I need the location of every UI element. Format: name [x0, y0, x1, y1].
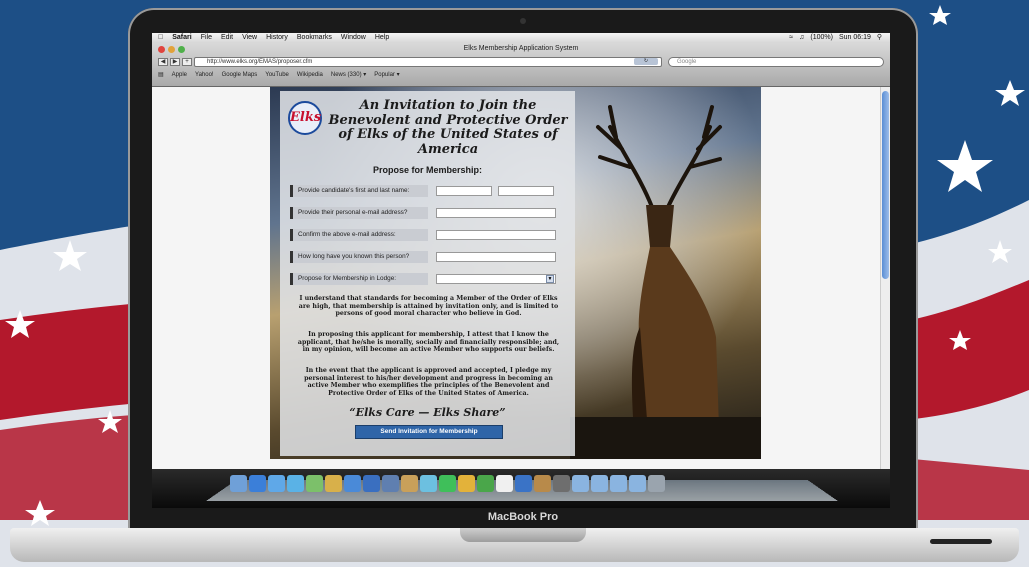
form-subheading: Propose for Membership:: [372, 165, 482, 175]
lid-notch: [460, 528, 586, 542]
battery-status[interactable]: (100%): [810, 33, 833, 43]
ical-icon[interactable]: [325, 475, 342, 492]
notes-icon[interactable]: [534, 475, 551, 492]
menu-view[interactable]: View: [242, 33, 257, 43]
apple-menu-icon[interactable]: : [158, 33, 163, 43]
menu-window[interactable]: Window: [341, 33, 366, 43]
volume-icon[interactable]: ♫: [799, 33, 804, 43]
forward-button[interactable]: ▶: [170, 58, 180, 66]
dashboard-icon[interactable]: [249, 475, 266, 492]
trash-icon[interactable]: [648, 475, 665, 492]
scrollbar-thumb[interactable]: [882, 91, 889, 279]
mail-icon[interactable]: [268, 475, 285, 492]
window-title: Elks Membership Application System: [463, 45, 579, 52]
bookmarks-bar: ▤ Apple Yahoo! Google Maps YouTube Wikip…: [158, 71, 400, 79]
add-bookmark-button[interactable]: +: [182, 58, 192, 66]
calendar-icon[interactable]: [496, 475, 513, 492]
finder-icon[interactable]: [230, 475, 247, 492]
laptop-screen:  Safari File Edit View History Bookmark…: [152, 33, 890, 508]
field-label: How long have you known this person?: [290, 251, 428, 263]
dock-icons: [230, 475, 665, 492]
page-title: An Invitation to Join the Benevolent and…: [328, 98, 568, 157]
search-input[interactable]: Google: [668, 57, 884, 67]
address-book-icon[interactable]: [306, 475, 323, 492]
field-row-email: Provide their personal e-mail address?: [290, 207, 565, 219]
bookmarks-book-icon[interactable]: ▤: [158, 71, 164, 79]
field-row-known: How long have you known this person?: [290, 251, 565, 263]
field-row-name: Provide candidate's first and last name:: [290, 185, 565, 197]
menu-extras: ≈ ♫ (100%) Sun 06:19 ⚲: [789, 33, 890, 43]
ichat-icon[interactable]: [287, 475, 304, 492]
folder-icon[interactable]: [591, 475, 608, 492]
menu-help[interactable]: Help: [375, 33, 389, 43]
dock: [152, 469, 890, 508]
nav-buttons: ◀ ▶ +: [158, 58, 192, 66]
folder-icon[interactable]: [629, 475, 646, 492]
elk-panel: Elks An Invitation to Join the Benevolen…: [270, 87, 761, 459]
chevron-down-icon[interactable]: ▼: [546, 275, 554, 283]
known-duration-input[interactable]: [436, 252, 556, 262]
bookmark-popular[interactable]: Popular ▾: [374, 71, 399, 79]
paragraph-pledge: In the event that the applicant is appro…: [304, 367, 553, 397]
back-button[interactable]: ◀: [158, 58, 168, 66]
spotlight-icon[interactable]: ⚲: [877, 33, 882, 43]
send-invitation-button[interactable]: Send Invitation for Membership: [355, 425, 503, 439]
last-name-input[interactable]: [498, 186, 554, 196]
proposal-form: Elks An Invitation to Join the Benevolen…: [280, 91, 575, 456]
iphoto-icon[interactable]: [401, 475, 418, 492]
menu-edit[interactable]: Edit: [221, 33, 233, 43]
bookmark-google-maps[interactable]: Google Maps: [222, 71, 258, 79]
bookmark-wikipedia[interactable]: Wikipedia: [297, 71, 323, 79]
field-row-confirm-email: Confirm the above e-mail address:: [290, 229, 565, 241]
bookmark-apple[interactable]: Apple: [172, 71, 187, 79]
paragraph-standards: I understand that standards for becoming…: [298, 295, 559, 317]
camera-icon[interactable]: [553, 475, 570, 492]
motto: “Elks Care — Elks Share”: [349, 406, 506, 419]
menu-bookmarks[interactable]: Bookmarks: [297, 33, 332, 43]
clock[interactable]: Sun 06:19: [839, 33, 871, 43]
confirm-email-input[interactable]: [436, 230, 556, 240]
network-icon[interactable]: [420, 475, 437, 492]
field-label: Propose for Membership in Lodge:: [290, 273, 428, 285]
menu-history[interactable]: History: [266, 33, 288, 43]
scrollbar[interactable]: [880, 87, 890, 500]
camera-dot: [520, 18, 526, 24]
reload-icon[interactable]: ↻: [634, 58, 658, 65]
photo-icon[interactable]: [382, 475, 399, 492]
address-bar[interactable]: http://www.elks.org/EMAS/proposer.cfm: [194, 57, 662, 67]
preview-icon[interactable]: [515, 475, 532, 492]
field-label: Provide candidate's first and last name:: [290, 185, 428, 197]
folder-icon[interactable]: [572, 475, 589, 492]
paragraph-attest: In proposing this applicant for membersh…: [297, 331, 560, 353]
folder-icon[interactable]: [610, 475, 627, 492]
elks-logo: Elks: [288, 101, 322, 135]
menu-bar:  Safari File Edit View History Bookmark…: [152, 33, 890, 43]
sleep-light: [930, 539, 992, 544]
excel-icon[interactable]: [477, 475, 494, 492]
field-label: Provide their personal e-mail address?: [290, 207, 428, 219]
word-icon[interactable]: [439, 475, 456, 492]
page-content: Elks An Invitation to Join the Benevolen…: [152, 87, 890, 500]
field-label: Confirm the above e-mail address:: [290, 229, 428, 241]
device-brand: MacBook Pro: [487, 511, 559, 523]
first-name-input[interactable]: [436, 186, 492, 196]
field-row-lodge: Propose for Membership in Lodge: ▼: [290, 273, 565, 285]
bookmark-news[interactable]: News (330) ▾: [331, 71, 366, 79]
bookmark-youtube[interactable]: YouTube: [265, 71, 289, 79]
wifi-icon[interactable]: ≈: [789, 33, 793, 43]
browser-toolbar: Elks Membership Application System ◀ ▶ +…: [152, 43, 890, 87]
safari-icon[interactable]: [344, 475, 361, 492]
email-input[interactable]: [436, 208, 556, 218]
menu-app-safari[interactable]: Safari: [172, 33, 191, 43]
menu-file[interactable]: File: [201, 33, 212, 43]
itunes-icon[interactable]: [363, 475, 380, 492]
powerpoint-icon[interactable]: [458, 475, 475, 492]
bookmark-yahoo[interactable]: Yahoo!: [195, 71, 214, 79]
lodge-select[interactable]: ▼: [436, 274, 556, 284]
elk-silhouette: [570, 105, 761, 459]
